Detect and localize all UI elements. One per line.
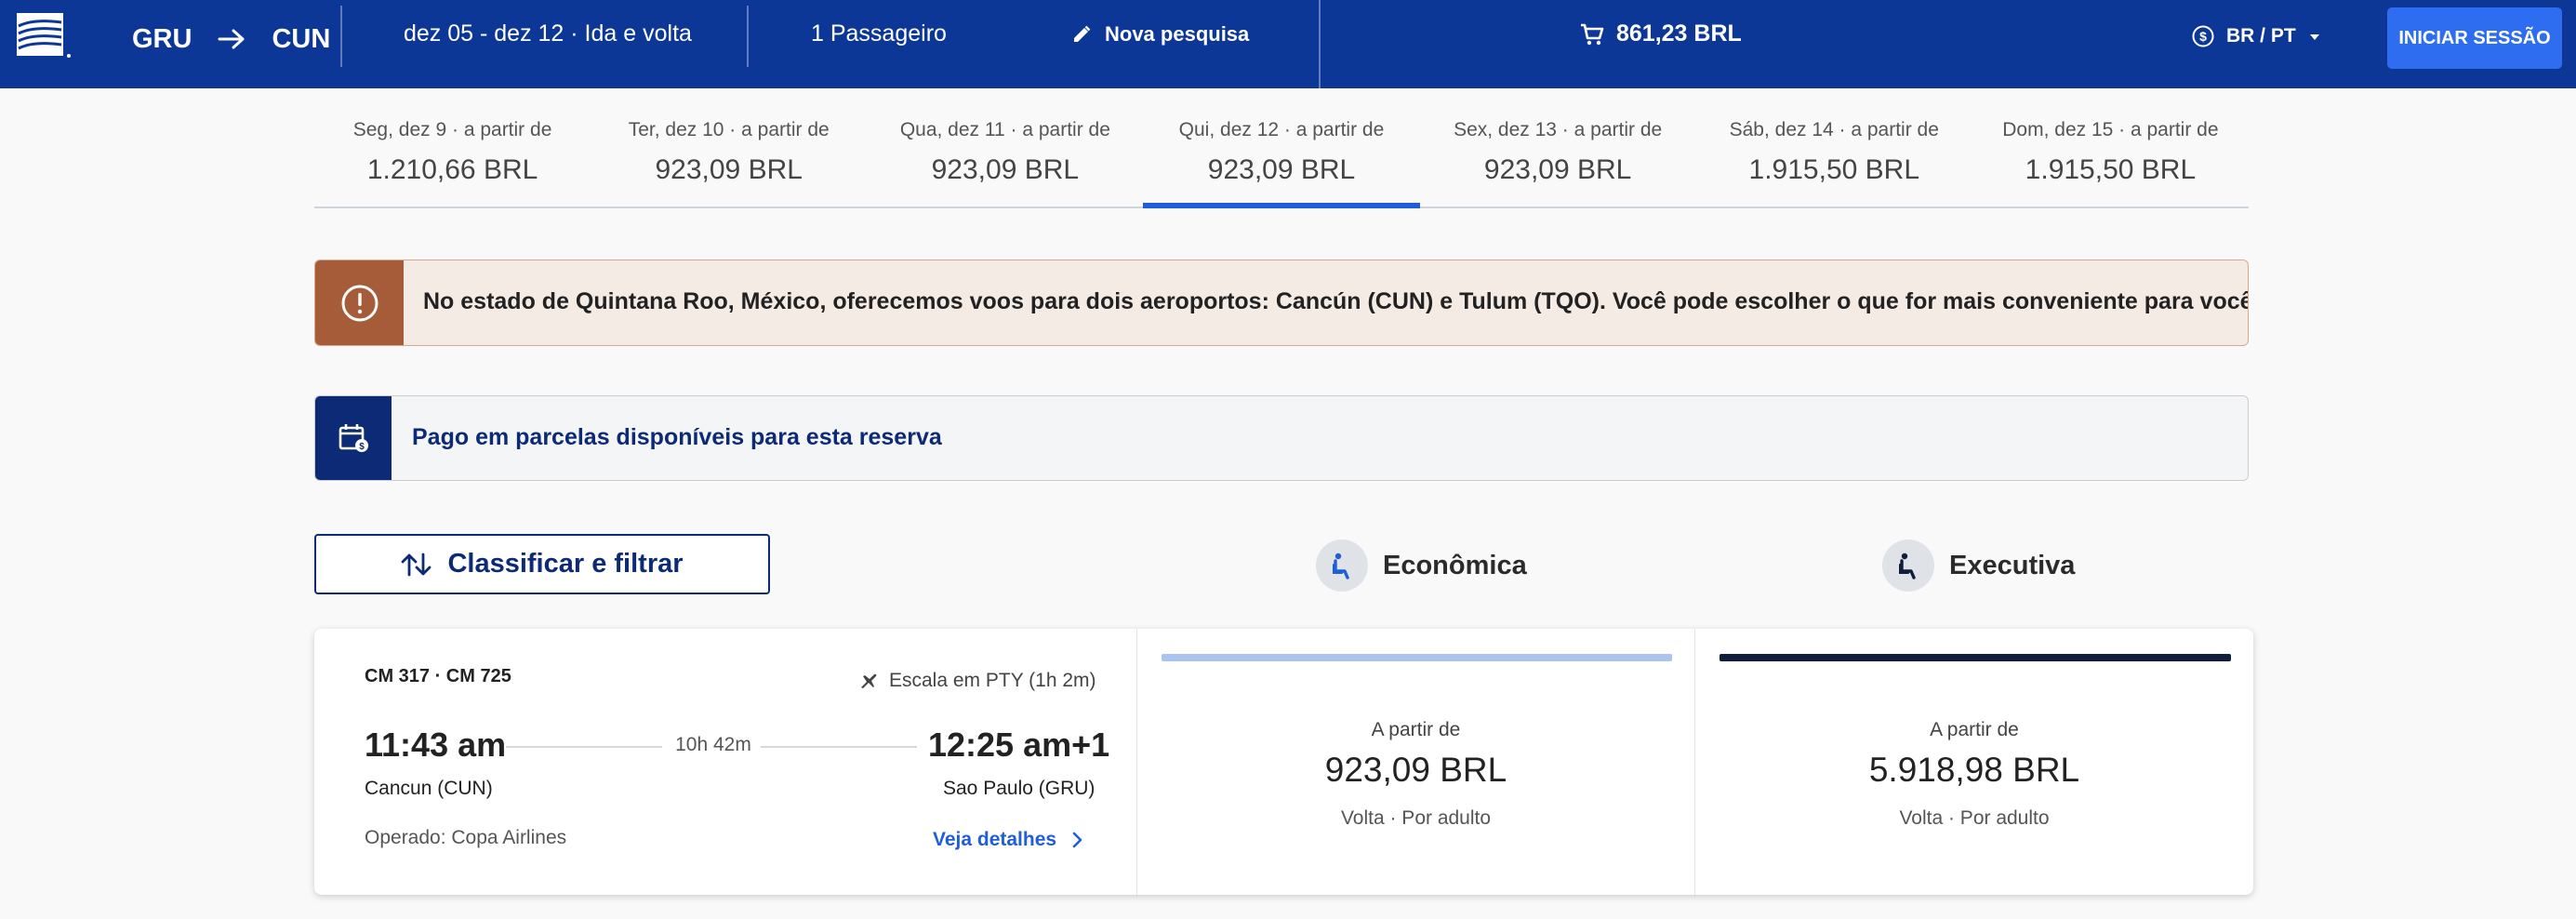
arrow-right-icon [218, 29, 245, 49]
cabin-header-business: Executiva [1882, 539, 2075, 592]
seat-icon-business [1882, 539, 1934, 592]
fare-price: 923,09 BRL [1324, 751, 1507, 789]
cart-total[interactable]: 861,23 BRL [1579, 20, 1742, 47]
sort-filter-button[interactable]: Classificar e filtrar [314, 534, 770, 594]
duration-line [761, 746, 917, 748]
fare-option-economy[interactable]: A partir de 923,09 BRL Volta · Por adult… [1136, 629, 1694, 895]
fare-from-label: A partir de [1371, 719, 1461, 740]
date-selector: Seg, dez 9 · a partir de 1.210,66 BRL Te… [314, 112, 2249, 208]
seat-icon [1333, 553, 1349, 579]
date-tab[interactable]: Dom, dez 15 · a partir de 1.915,50 BRL [1972, 112, 2249, 206]
trip-dates[interactable]: dez 05 - dez 12 · Ida e volta [404, 20, 692, 47]
divider [747, 6, 749, 67]
cabin-header-economy: Econômica [1316, 539, 1527, 592]
date-tab-label: Seg, dez 9 · a partir de [352, 119, 552, 140]
date-tab-label: Dom, dez 15 · a partir de [2002, 119, 2219, 140]
operator-text: Operado: Copa Airlines [365, 827, 567, 848]
airline-logo[interactable] [17, 13, 74, 61]
plane-icon [861, 673, 877, 688]
date-tab-label: Qua, dez 11 · a partir de [899, 119, 1110, 140]
divider [1319, 0, 1321, 88]
date-tab-price: 923,09 BRL [1483, 154, 1632, 185]
route-summary[interactable]: GRU CUN [132, 20, 330, 58]
fare-from-label: A partir de [1930, 719, 2019, 740]
flight-details-link[interactable]: Veja detalhes [933, 829, 1082, 851]
date-tab-label: Sex, dez 13 · a partir de [1454, 119, 1663, 140]
date-tab-price: 923,09 BRL [931, 154, 1080, 185]
flight-result-card: CM 317 · CM 725 Escala em PTY (1h 2m) 11… [314, 629, 2253, 895]
date-tab-price: 1.210,66 BRL [366, 154, 538, 185]
date-tab-price: 1.915,50 BRL [2025, 154, 2197, 185]
airport-notice-text: No estado de Quintana Roo, México, ofere… [423, 288, 2249, 314]
seat-icon [1899, 553, 1916, 579]
fare-color-bar [1162, 654, 1672, 661]
destination-code: CUN [272, 23, 331, 54]
calendar-payment-icon: $ [339, 424, 368, 452]
date-tab[interactable]: Ter, dez 10 · a partir de 923,09 BRL [591, 112, 867, 206]
stopover-text: Escala em PTY (1h 2m) [889, 670, 1096, 691]
login-button[interactable]: INICIAR SESSÃO [2387, 7, 2562, 69]
date-tab-label: Ter, dez 10 · a partir de [628, 119, 830, 140]
airport-notice-alert: No estado de Quintana Roo, México, ofere… [314, 260, 2249, 346]
departure-time: 11:43 am [365, 726, 507, 764]
cabin-label-business: Executiva [1949, 550, 2076, 580]
departure-city: Cancun (CUN) [365, 778, 493, 799]
duration-line [506, 746, 662, 748]
date-tab-label: Qui, dez 12 · a partir de [1178, 119, 1385, 140]
date-tab[interactable]: Sex, dez 13 · a partir de 923,09 BRL [1420, 112, 1696, 206]
sort-arrows-icon [402, 553, 432, 576]
details-label: Veja detalhes [933, 829, 1057, 850]
chevron-right-icon [1072, 832, 1082, 848]
date-tab-selected[interactable]: Qui, dez 12 · a partir de 923,09 BRL [1143, 112, 1420, 208]
new-search-label: Nova pesquisa [1105, 22, 1250, 46]
date-tab-label: Sáb, dez 14 · a partir de [1729, 119, 1939, 140]
svg-text:$: $ [2199, 29, 2207, 44]
arrival-time: 12:25 am+1 [928, 726, 1110, 764]
flight-duration: 10h 42m [675, 734, 751, 755]
date-tab[interactable]: Sáb, dez 14 · a partir de 1.915,50 BRL [1696, 112, 1972, 206]
locale-label: BR / PT [2226, 25, 2296, 47]
fare-color-bar [1720, 654, 2231, 661]
locale-selector[interactable]: $ BR / PT [2191, 24, 2322, 48]
fare-note: Volta · Por adulto [1340, 807, 1492, 829]
date-tab[interactable]: Qua, dez 11 · a partir de 923,09 BRL [867, 112, 1143, 206]
stopover-info: Escala em PTY (1h 2m) [859, 670, 1096, 692]
divider [340, 6, 342, 67]
date-tab-price: 923,09 BRL [655, 154, 803, 185]
top-navigation-bar: GRU CUN dez 05 - dez 12 · Ida e volta 1 … [0, 0, 2576, 88]
alert-icon-box: $ [315, 396, 392, 480]
currency-icon: $ [2192, 25, 2214, 47]
flight-numbers: CM 317 · CM 725 [365, 666, 511, 686]
installments-alert: $ Pago em parcelas disponíveis para esta… [314, 395, 2249, 481]
passenger-count[interactable]: 1 Passageiro [811, 20, 947, 47]
date-tab[interactable]: Seg, dez 9 · a partir de 1.210,66 BRL [314, 112, 591, 206]
new-search-button[interactable]: Nova pesquisa [1071, 22, 1249, 47]
pencil-icon [1074, 25, 1091, 42]
date-tab-price: 1.915,50 BRL [1748, 154, 1920, 185]
fare-option-business[interactable]: A partir de 5.918,98 BRL Volta · Por adu… [1694, 629, 2253, 895]
date-tab-price: 923,09 BRL [1207, 154, 1356, 185]
cabin-label-economy: Econômica [1383, 550, 1527, 580]
caret-down-icon [2309, 34, 2319, 40]
seat-icon-economy [1316, 539, 1368, 592]
fare-note: Volta · Por adulto [1899, 807, 2050, 829]
svg-text:$: $ [359, 442, 365, 452]
arrival-city: Sao Paulo (GRU) [943, 778, 1095, 799]
sort-filter-label: Classificar e filtrar [447, 549, 684, 579]
cart-icon [1581, 23, 1604, 45]
alert-icon-box [315, 260, 404, 345]
exclamation-icon [341, 285, 378, 321]
fare-price: 5.918,98 BRL [1868, 751, 2080, 789]
installments-text: Pago em parcelas disponíveis para esta r… [412, 424, 942, 450]
origin-code: GRU [132, 23, 193, 54]
cart-amount: 861,23 BRL [1616, 20, 1742, 47]
